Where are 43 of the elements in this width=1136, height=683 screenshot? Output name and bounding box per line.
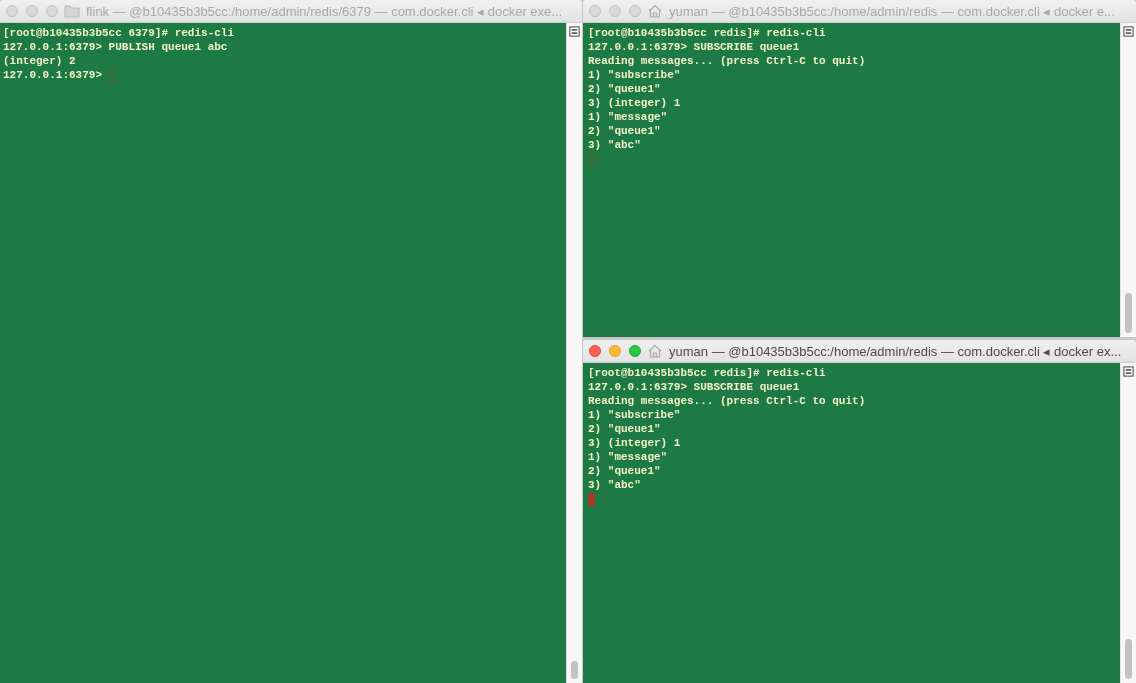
- terminal-line: 2) "queue1": [588, 82, 661, 96]
- terminal-line: [root@b10435b3b5cc redis]# redis-cli: [588, 26, 826, 40]
- terminal-line: (integer) 2: [3, 54, 76, 68]
- close-button[interactable]: [6, 5, 18, 17]
- terminal-line: 1) "message": [588, 450, 668, 464]
- window-title: flink — @b10435b3b5cc:/home/admin/redis/6379 — com.docker.cli ◂ docker exe...: [86, 3, 563, 19]
- home-icon: [647, 344, 663, 358]
- minimize-button[interactable]: [609, 345, 621, 357]
- terminal-line: 127.0.0.1:6379> PUBLISH queue1 abc: [3, 40, 228, 54]
- home-icon: [647, 4, 663, 18]
- folder-icon: [64, 4, 80, 18]
- terminal-line: 3) (integer) 1: [588, 436, 681, 450]
- terminal-line: 2) "queue1": [588, 124, 661, 138]
- zoom-button[interactable]: [46, 5, 58, 17]
- terminal-line: 3) (integer) 1: [588, 96, 681, 110]
- terminal-prompt: 127.0.0.1:6379>: [3, 68, 103, 82]
- terminal-line: 3) "abc": [588, 138, 641, 152]
- window-title: yuman — @b10435b3b5cc:/home/admin/redis — com.docker.cli ◂ docker e...: [669, 3, 1115, 19]
- scroll-thumb[interactable]: [1125, 639, 1132, 679]
- terminal-line: 1) "subscribe": [588, 408, 681, 422]
- window-title: yuman — @b10435b3b5cc:/home/admin/redis — com.docker.cli ◂ docker ex...: [669, 343, 1122, 359]
- menu-icon[interactable]: [569, 26, 580, 37]
- terminal-line: 127.0.0.1:6379> SUBSCRIBE queue1: [588, 40, 800, 54]
- menu-icon[interactable]: [1123, 26, 1134, 37]
- close-button[interactable]: [589, 345, 601, 357]
- scroll-thumb[interactable]: [571, 661, 578, 679]
- minimize-button[interactable]: [26, 5, 38, 17]
- terminal-line: [root@b10435b3b5cc 6379]# redis-cli: [3, 26, 235, 40]
- scroll-thumb[interactable]: [1125, 293, 1132, 333]
- terminal-line: 1) "subscribe": [588, 68, 681, 82]
- zoom-button[interactable]: [629, 345, 641, 357]
- minimize-button[interactable]: [609, 5, 621, 17]
- terminal-line: 3) "abc": [588, 478, 641, 492]
- close-button[interactable]: [589, 5, 601, 17]
- terminal-line: Reading messages... (press Ctrl-C to quit): [588, 394, 866, 408]
- terminal-line: 2) "queue1": [588, 422, 661, 436]
- terminal-line: [root@b10435b3b5cc redis]# redis-cli: [588, 366, 826, 380]
- menu-icon[interactable]: [1123, 366, 1134, 377]
- terminal-line: 127.0.0.1:6379> SUBSCRIBE queue1: [588, 380, 800, 394]
- terminal-line: 2) "queue1": [588, 464, 661, 478]
- zoom-button[interactable]: [629, 5, 641, 17]
- terminal-line: 1) "message": [588, 110, 668, 124]
- terminal-line: Reading messages... (press Ctrl-C to quit): [588, 54, 866, 68]
